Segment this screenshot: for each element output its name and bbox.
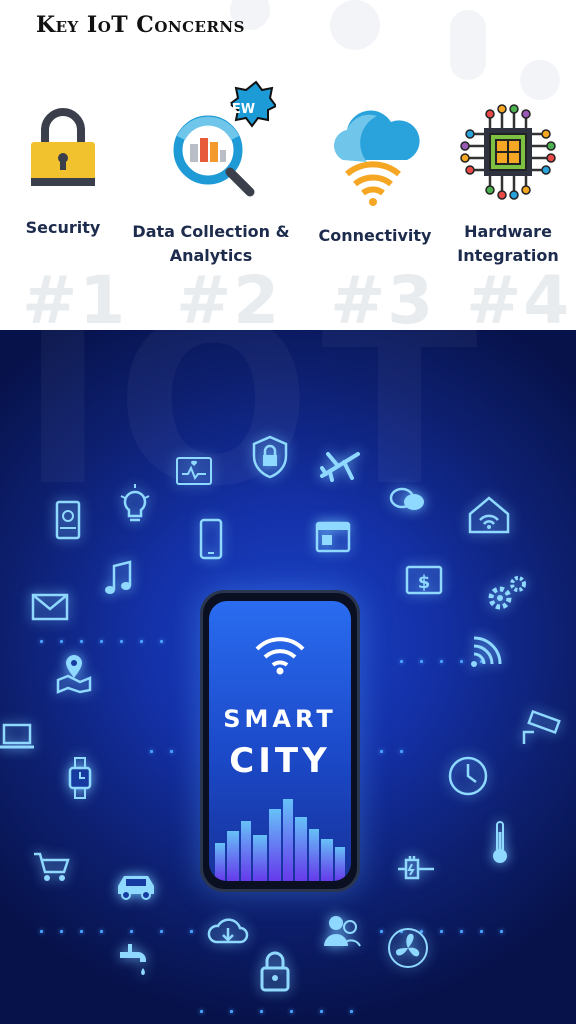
glow-dot [190, 930, 193, 933]
heart-monitor-icon [176, 457, 212, 485]
laptop-icon [0, 723, 34, 749]
shopping-cart-icon [34, 852, 70, 881]
security-camera-icon [522, 710, 561, 744]
map-pin-icon [56, 655, 92, 694]
chip-icon [460, 104, 556, 200]
concern-label: Data Collection & Analytics [132, 222, 290, 265]
glow-dot [140, 640, 143, 643]
new-badge: NEW [220, 102, 256, 117]
glow-dot [100, 930, 103, 933]
calendar-icon [315, 521, 351, 553]
money-icon: $ [405, 565, 443, 595]
smart-city-illustration: IOT [0, 330, 576, 1024]
watermark-number: #2 [176, 262, 282, 330]
padlock-glow-icon [260, 951, 290, 992]
glow-dot [160, 930, 163, 933]
concern-label: Connectivity [318, 226, 432, 245]
glow-dot [80, 640, 83, 643]
watermark-number: #1 [22, 262, 128, 330]
concern-security: Security [10, 100, 116, 240]
glow-dot [440, 660, 443, 663]
fan-icon [388, 928, 428, 968]
glow-dot [60, 640, 63, 643]
phone-screen: SMART CITY [209, 601, 351, 881]
padlock-icon [31, 108, 95, 186]
glow-dot [130, 930, 133, 933]
glow-dot [40, 640, 43, 643]
glow-dot [160, 640, 163, 643]
clock-icon [448, 756, 488, 796]
glow-dot [380, 930, 383, 933]
mail-icon [31, 593, 69, 621]
concern-data-collection: NEW Data Collection & Analytics [128, 80, 294, 268]
cloud-wifi-icon [334, 110, 420, 206]
faint-decoration [450, 10, 486, 80]
concern-hardware: Hardware Integration [450, 104, 566, 268]
airplane-icon [320, 452, 360, 482]
glow-dot [440, 930, 443, 933]
concern-label: Hardware Integration [457, 222, 559, 265]
glow-dot [500, 930, 503, 933]
glow-dot [170, 750, 173, 753]
faint-decoration [520, 60, 560, 100]
chat-bubbles-icon [389, 487, 424, 510]
smart-home-icon [468, 496, 510, 534]
smartphone-icon [199, 518, 223, 560]
glow-dot [420, 660, 423, 663]
glow-dot [290, 1010, 293, 1013]
concern-label: Security [25, 218, 101, 237]
concerns-panel: #1 #2 #3 #4 Key IoT Concerns Security NE… [0, 0, 576, 330]
music-note-icon [105, 560, 132, 594]
glow-dot [260, 1010, 263, 1013]
glow-dot [350, 1010, 353, 1013]
gears-icon [488, 576, 526, 610]
lightbulb-icon [120, 484, 150, 522]
users-icon [324, 916, 361, 947]
magnifier-chart-icon [173, 80, 276, 197]
faint-decoration [330, 0, 380, 50]
glow-dot [120, 640, 123, 643]
page-title: Key IoT Concerns [36, 12, 245, 38]
glow-dot [380, 750, 383, 753]
cloud-download-icon [207, 918, 249, 944]
water-tap-icon [120, 944, 146, 975]
fridge-icon [55, 500, 81, 540]
glow-dot [40, 930, 43, 933]
glow-dot [460, 930, 463, 933]
svg-text:$: $ [418, 572, 431, 593]
thermometer-icon [493, 821, 507, 863]
smartphone-mockup: SMART CITY [200, 590, 360, 892]
glow-dot [100, 640, 103, 643]
wifi-signal-icon [471, 636, 502, 667]
glow-dot [460, 660, 463, 663]
car-icon [118, 876, 154, 900]
city-text: CITY [229, 741, 331, 781]
glow-dot [400, 660, 403, 663]
glow-dot [320, 1010, 323, 1013]
concern-connectivity: Connectivity [310, 98, 440, 248]
plug-icon [398, 856, 434, 880]
smart-text: SMART [223, 705, 337, 733]
smartwatch-icon [68, 757, 92, 799]
watermark-number: #3 [330, 262, 436, 330]
glow-dot [200, 1010, 203, 1013]
shield-lock-icon [252, 435, 288, 479]
glow-dot [230, 1010, 233, 1013]
city-skyline [215, 799, 345, 881]
glow-dot [60, 930, 63, 933]
glow-dot [150, 750, 153, 753]
watermark-number: #4 [466, 262, 572, 330]
wifi-icon [255, 637, 305, 675]
glow-dot [400, 750, 403, 753]
glow-dot [480, 930, 483, 933]
glow-dot [80, 930, 83, 933]
